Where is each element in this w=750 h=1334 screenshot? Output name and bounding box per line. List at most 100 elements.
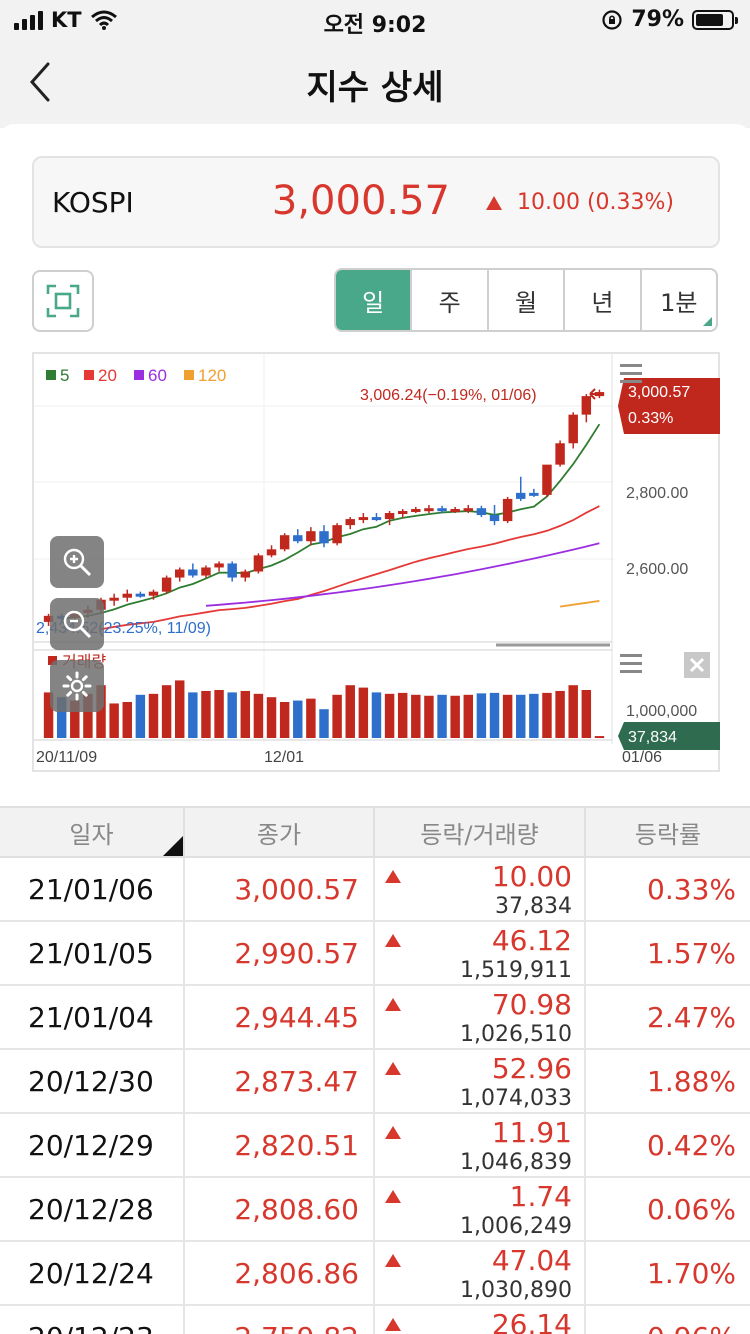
volume-bar [516,694,526,738]
column-header-rate[interactable]: 등락률 [586,808,750,856]
volume-bar [122,702,132,738]
tab-label: 월 [514,288,538,317]
dropdown-corner-icon [703,317,713,326]
row-close: 2,759.82 [185,1306,375,1334]
candle-body [109,597,119,601]
volume-bar [397,692,408,738]
candle-body [201,567,211,576]
tab-week[interactable]: 주 [412,270,489,330]
row-rate: 0.06% [647,1192,736,1226]
price-tag-line2: 0.33% [628,410,673,427]
row-close: 2,944.45 [185,986,375,1048]
legend-label: 20 [98,366,117,385]
volume-bar [529,693,539,738]
table-row[interactable]: 20/12/28 2,808.60 1.74 1,006,249 0.06% [0,1178,750,1242]
volume-panel-close-button[interactable] [684,652,710,678]
row-rate: 0.33% [647,872,736,906]
fullscreen-button[interactable] [32,270,94,332]
zoom-out-button[interactable] [50,598,104,650]
y-tick-label: 2,600.00 [626,561,688,578]
volume-bar [174,680,185,738]
row-date: 20/12/29 [0,1114,185,1176]
tab-month[interactable]: 월 [489,270,566,330]
table-row[interactable]: 20/12/29 2,820.51 11.91 1,046,839 0.42% [0,1114,750,1178]
column-header-date[interactable]: 일자 [0,808,185,856]
volume-bar [253,693,264,738]
nav-bar: 지수 상세 [0,44,750,128]
table-row[interactable]: 20/12/232,759.82 26.14 0.96% [0,1306,750,1334]
candle-body [279,535,290,550]
column-header-change-volume[interactable]: 등락/거래량 [375,808,586,856]
volume-tag-label: 37,834 [628,729,677,746]
volume-bar [581,690,592,738]
candle-body [227,563,237,578]
volume-bar [227,692,237,738]
table-row[interactable]: 21/01/04 2,944.45 70.98 1,026,510 2.47% [0,986,750,1050]
up-triangle-icon [385,870,401,883]
row-close: 2,990.57 [185,922,375,984]
row-change-value: 10.00 [491,860,572,893]
candle-body [502,498,513,522]
volume-bar [319,709,329,738]
row-close: 2,808.60 [185,1178,375,1240]
candle-body [450,509,460,512]
row-change: 26.14 [375,1306,586,1334]
back-button[interactable] [22,60,62,106]
row-change-value: 11.91 [491,1116,572,1149]
volume-tick-label: 1,000,000 [626,703,697,720]
column-header-close[interactable]: 종가 [185,808,375,856]
volume-bar [450,695,460,738]
candle-body [240,571,251,578]
tab-year[interactable]: 년 [565,270,642,330]
up-triangle-icon [385,934,401,947]
legend-label: 60 [148,366,167,385]
candle-body [332,525,342,544]
volume-bar [135,694,146,738]
table-row[interactable]: 21/01/06 3,000.57 10.00 37,834 0.33% [0,858,750,922]
moving-average-line [559,600,600,608]
up-triangle-icon [385,1190,401,1203]
volume-bar [188,692,198,738]
candle-body [188,569,198,576]
price-chart[interactable]: 5 20 60 120 3,006.24(−0.19%, 01/06) 2,43… [32,352,720,772]
table-body: 21/01/06 3,000.57 10.00 37,834 0.33% 21/01/05… [0,858,750,1334]
candle-body [516,492,526,499]
period-tabs: 일 주 월 년 1분 [334,268,718,332]
row-rate: 0.96% [586,1306,750,1334]
table-row[interactable]: 20/12/24 2,806.86 47.04 1,030,890 1.70% [0,1242,750,1306]
row-change: 52.96 1,074,033 [375,1050,586,1112]
candle-body [581,396,592,415]
status-bar: KT 오전 9:02 79% [0,0,750,44]
row-volume: 37,834 [495,894,572,919]
high-label: 3,006.24(−0.19%, 01/06) [360,387,537,404]
volume-bar [502,694,513,738]
candle-body [358,517,369,521]
candle-body [424,508,434,512]
candle-body [135,593,146,597]
zoom-in-button[interactable] [50,536,104,588]
close-icon [689,657,705,673]
index-change: 10.00 (0.33%) [516,190,674,215]
candle-body [122,593,132,598]
row-change-value: 26.14 [491,1308,572,1334]
volume-panel-menu-icon[interactable] [620,654,642,674]
table-row[interactable]: 20/12/30 2,873.47 52.96 1,074,033 1.88% [0,1050,750,1114]
chart-settings-button[interactable] [50,660,104,712]
volume-bar [437,694,447,738]
volume-bar [463,694,474,738]
candlestick-chart: 5 20 60 120 3,006.24(−0.19%, 01/06) 2,43… [34,354,720,766]
table-row[interactable]: 21/01/05 2,990.57 46.12 1,519,911 1.57% [0,922,750,986]
up-triangle-icon [486,196,502,210]
tab-minute[interactable]: 1분 [642,270,716,330]
volume-bar [332,694,342,738]
index-price: 3,000.57 [271,178,450,224]
candle-body [319,531,329,544]
tab-label: 일 [362,288,385,317]
tab-day[interactable]: 일 [336,270,413,330]
up-triangle-icon [385,1318,401,1331]
battery-percent: 79% [631,7,684,32]
candle-body [411,509,421,512]
volume-bar [568,685,578,738]
price-panel-menu-icon[interactable] [620,364,642,384]
row-close: 3,000.57 [185,858,375,920]
